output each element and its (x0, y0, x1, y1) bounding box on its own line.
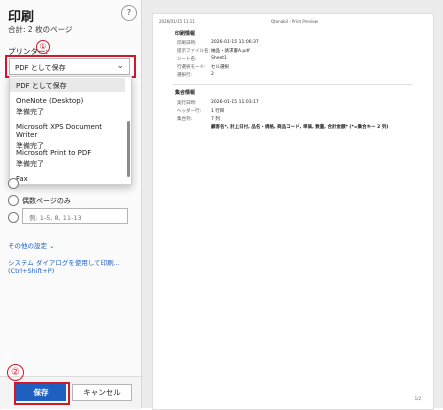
section-divider (173, 84, 413, 85)
more-settings-link[interactable]: その他の設定 ⌄ (8, 240, 55, 250)
print-info-key: シート名: (177, 57, 197, 62)
aggregate-key: ヘッダー行: (177, 109, 202, 114)
printer-option-print-to-pdf[interactable]: Microsoft Print to PDF 準備完了 (10, 149, 125, 169)
custom-range-radio[interactable] (8, 212, 19, 223)
preview-page-number: 1/2 (414, 396, 421, 401)
section-print-info-title: 印刷情報 (175, 31, 196, 37)
cancel-button[interactable]: キャンセル (72, 384, 132, 401)
print-info-value: 納品・請求書A.pdf (211, 49, 250, 54)
aggregate-key: 実行日時: (177, 101, 197, 106)
page-count: 合計: 2 枚のページ (8, 25, 73, 34)
even-pages-radio[interactable] (8, 195, 19, 206)
preview-header-date: 2026/01/15 11:11 (159, 19, 195, 24)
dropdown-scrollbar[interactable] (127, 121, 130, 177)
printer-option-onenote[interactable]: OneNote (Desktop) 準備完了 (10, 97, 125, 117)
aggregate-value: 1 行目 (211, 109, 225, 114)
print-info-value: 2026-01-15 11:06:37 (211, 40, 259, 45)
printer-option-pdf[interactable]: PDF として保存 (10, 78, 125, 92)
print-info-key: 行選択モード: (177, 65, 206, 70)
step-marker-2: ② (7, 364, 24, 381)
print-info-key: 印刷日時: (177, 41, 197, 46)
aggregate-value: 7 列 (211, 117, 220, 122)
print-info-value: Sheet1 (211, 56, 227, 61)
highlight-box-save (14, 382, 70, 405)
printer-option-fax[interactable]: Fax (10, 175, 125, 183)
print-info-value: セル選択 (211, 65, 229, 70)
dialog-title: 印刷 (8, 10, 35, 25)
aggregate-columns-line: 顧客名*, 計上日付, 品名・規格, 商品コード, 単価, 数量, 合計金額* … (211, 125, 389, 130)
page-range-input[interactable] (22, 208, 128, 224)
help-icon[interactable]: ? (121, 5, 137, 21)
highlight-box-printer (5, 55, 136, 78)
aggregate-value: 2026-01-15 11:03:17 (211, 100, 259, 105)
printer-option-xps[interactable]: Microsoft XPS Document Writer 準備完了 (10, 123, 125, 151)
even-pages-label: 偶数ページのみ (22, 197, 71, 205)
system-dialog-link[interactable]: システム ダイアログを使用して印刷... (Ctrl+Shift+P) (8, 257, 141, 275)
print-info-key: 提示ファイル名: (177, 49, 211, 54)
section-aggregate-title: 集合情報 (175, 90, 196, 96)
print-info-value: 2 (211, 72, 214, 77)
preview-header-title: Qtenabil - Print Preview (271, 19, 318, 24)
printer-dropdown-list: PDF として保存 OneNote (Desktop) 準備完了 Microso… (9, 76, 132, 185)
step-marker-1: ① (36, 40, 50, 54)
aggregate-key: 集合列: (177, 117, 193, 122)
print-settings-panel: 印刷 合計: 2 枚のページ ? プリンター: ① PDF として保存 ⌄ PD… (0, 0, 142, 409)
print-info-key: 選択行: (177, 73, 193, 78)
preview-page: 2026/01/15 11:11 Qtenabil - Print Previe… (152, 13, 434, 410)
pages-radio-hidden[interactable] (8, 178, 19, 189)
